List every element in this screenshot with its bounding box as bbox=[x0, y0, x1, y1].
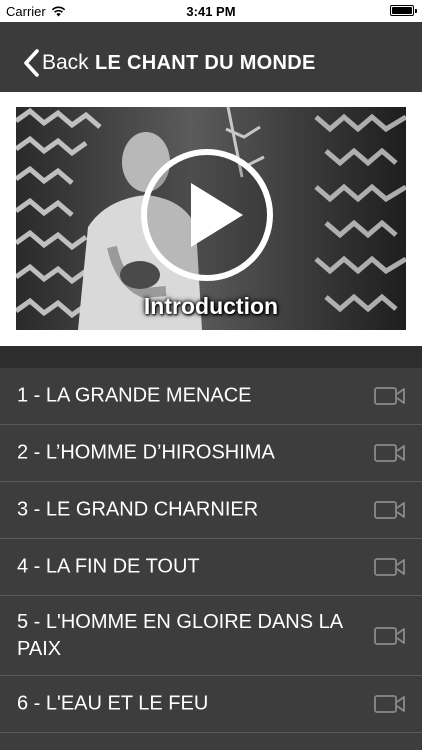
intro-video-thumbnail[interactable]: Introduction bbox=[16, 107, 406, 330]
chapter-title: 6 - L'EAU ET LE FEU bbox=[17, 692, 209, 715]
page-title: LE CHANT DU MONDE bbox=[95, 52, 316, 74]
chapter-title: 2 - L’HOMME D’HIROSHIMA bbox=[17, 441, 275, 464]
chapter-item[interactable]: 4 - LA FIN DE TOUT bbox=[0, 539, 422, 596]
hero-area: Introduction bbox=[0, 92, 422, 346]
chapter-item[interactable]: 1 - LA GRANDE MENACE bbox=[0, 368, 422, 425]
video-camera-icon bbox=[374, 695, 405, 713]
chapter-title: 4 - LA FIN DE TOUT bbox=[17, 555, 200, 578]
status-bar: Carrier 3:41 PM bbox=[0, 0, 422, 22]
battery-fill bbox=[392, 7, 412, 14]
navigation-bar: Back LE CHANT DU MONDE bbox=[0, 22, 422, 92]
back-label: Back bbox=[42, 51, 89, 74]
video-camera-icon bbox=[374, 501, 405, 519]
video-caption: Introduction bbox=[143, 293, 279, 319]
video-camera-icon bbox=[374, 626, 405, 645]
chapter-title: 5 - L'HOMME EN GLOIRE DANS LA PAIX bbox=[17, 610, 343, 660]
chapter-title: 1 - LA GRANDE MENACE bbox=[17, 384, 252, 407]
chapter-item[interactable]: 5 - L'HOMME EN GLOIRE DANS LA PAIX bbox=[0, 596, 422, 676]
chapter-list: 1 - LA GRANDE MENACE 2 - L’HOMME D’HIROS… bbox=[0, 368, 422, 733]
chevron-left-icon bbox=[24, 49, 39, 77]
chapter-title: 3 - LE GRAND CHARNIER bbox=[17, 498, 259, 521]
back-button[interactable]: Back bbox=[22, 48, 89, 78]
battery-indicator bbox=[390, 5, 417, 16]
video-camera-icon bbox=[374, 444, 405, 462]
section-divider bbox=[0, 346, 422, 368]
battery-icon bbox=[390, 5, 417, 16]
video-camera-icon bbox=[374, 558, 405, 576]
chapter-item[interactable]: 2 - L’HOMME D’HIROSHIMA bbox=[0, 425, 422, 482]
play-icon[interactable] bbox=[139, 147, 275, 283]
video-camera-icon bbox=[374, 387, 405, 405]
status-time: 3:41 PM bbox=[186, 4, 236, 19]
chapter-item[interactable]: 6 - L'EAU ET LE FEU bbox=[0, 676, 422, 733]
chapter-item[interactable]: 3 - LE GRAND CHARNIER bbox=[0, 482, 422, 539]
